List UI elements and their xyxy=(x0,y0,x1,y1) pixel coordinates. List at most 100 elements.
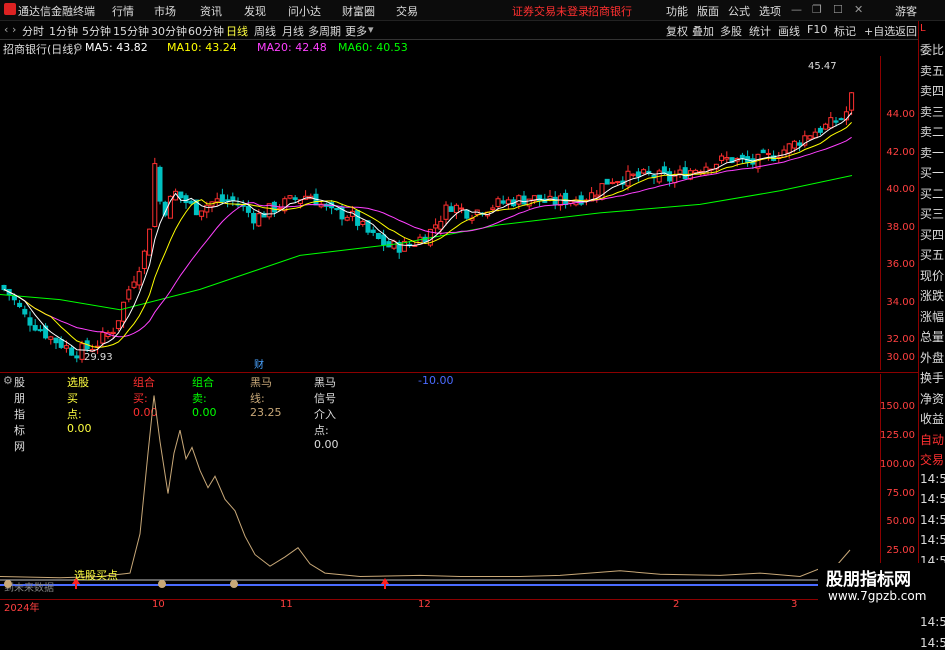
menu-caifuquan[interactable]: 财富圈 xyxy=(342,3,375,19)
candle-body xyxy=(58,338,64,348)
login-status[interactable]: 证券交易未登录 xyxy=(512,3,589,19)
app-title: 通达信金融终端 xyxy=(18,5,95,18)
candle-body xyxy=(516,195,522,205)
quote-panel-item[interactable]: 14:5 xyxy=(920,636,945,650)
period-monthly[interactable]: 月线 xyxy=(282,23,304,39)
candlestick-chart[interactable]: 45.47 29.93 财 xyxy=(0,56,880,370)
candle-body xyxy=(370,229,376,233)
menu-xuanxiang[interactable]: 选项 xyxy=(759,3,781,19)
btn-duogu[interactable]: 多股 xyxy=(720,23,742,39)
quote-panel-item: 总量 xyxy=(920,330,945,344)
candle-body xyxy=(110,331,116,335)
ma60-label: MA60: 40.53 xyxy=(338,41,408,54)
candle-body xyxy=(500,200,506,204)
candle-body xyxy=(69,347,75,356)
quote-panel-item[interactable]: 14:5 xyxy=(920,472,945,486)
price-axis: 44.00 42.00 40.00 38.00 36.00 34.00 32.0… xyxy=(880,56,919,370)
menu-jiaoyi[interactable]: 交易 xyxy=(396,3,418,19)
menu-shichang[interactable]: 市场 xyxy=(154,3,176,19)
candle-body xyxy=(505,199,511,205)
minimize-icon[interactable]: — xyxy=(791,3,802,16)
period-weekly[interactable]: 周线 xyxy=(254,23,276,39)
candle-body xyxy=(131,281,137,288)
btn-biaoji[interactable]: 标记 xyxy=(834,23,856,39)
ytick: 36.00 xyxy=(886,259,915,270)
menu-faxian[interactable]: 发现 xyxy=(244,3,266,19)
watermark-url: www.7gpzb.com xyxy=(828,589,927,603)
quote-panel-item[interactable]: 自动 xyxy=(920,431,944,448)
close-icon[interactable]: ✕ xyxy=(854,3,863,16)
candle-body xyxy=(453,204,459,214)
candle-body xyxy=(609,181,615,185)
candle-body xyxy=(256,213,262,227)
candle-body xyxy=(719,155,725,161)
ytick: 32.00 xyxy=(886,334,915,345)
quote-panel-item[interactable]: 14:5 xyxy=(920,513,945,527)
btn-fanhui[interactable]: 返回 xyxy=(895,23,917,39)
ytick: 40.00 xyxy=(886,184,915,195)
ma10-line xyxy=(3,122,852,348)
xuangu-label: 选股买点 xyxy=(74,569,118,582)
menu-gongneng[interactable]: 功能 xyxy=(666,3,688,19)
period-5min[interactable]: 5分钟 xyxy=(82,23,111,39)
candle-body xyxy=(219,194,225,203)
xtick: 3 xyxy=(791,599,798,610)
quote-panel-item[interactable]: 14:5 xyxy=(920,533,945,547)
chevron-down-icon[interactable]: ▾ xyxy=(368,23,374,36)
menu-hangqing[interactable]: 行情 xyxy=(112,3,134,19)
period-60min[interactable]: 60分钟 xyxy=(188,23,224,39)
menu-gongshi[interactable]: 公式 xyxy=(728,3,750,19)
quote-panel-item: 外盘 xyxy=(920,350,945,365)
candle-body xyxy=(490,207,496,210)
quote-panel-item[interactable]: 14:5 xyxy=(920,492,945,506)
period-more[interactable]: 更多 xyxy=(345,23,367,39)
candle-body xyxy=(292,197,298,200)
quote-panel-item[interactable]: 14:5 xyxy=(920,615,945,629)
period-15min[interactable]: 15分钟 xyxy=(113,23,149,39)
indicator-line xyxy=(0,395,851,579)
candle-body xyxy=(495,198,501,207)
candle-body xyxy=(27,317,33,326)
maximize-icon[interactable]: ☐ xyxy=(833,3,843,16)
btn-tongji[interactable]: 统计 xyxy=(749,23,771,39)
menu-bar: 通达信金融终端 行情 市场 资讯 发现 问小达 财富圈 交易 证券交易未登录 招… xyxy=(0,0,945,21)
candle-body xyxy=(245,205,251,213)
quote-panel-item: 涨幅 xyxy=(920,309,945,324)
quote-panel-item[interactable]: 交易 xyxy=(920,451,944,468)
menu-zixun[interactable]: 资讯 xyxy=(200,3,222,19)
period-fenshi[interactable]: 分时 xyxy=(22,23,44,39)
finance-marker[interactable]: 财 xyxy=(254,358,264,370)
restore-icon[interactable]: ❐ xyxy=(812,3,822,16)
candle-body xyxy=(126,289,132,300)
menu-banmian[interactable]: 版面 xyxy=(697,3,719,19)
candle-body xyxy=(464,209,470,219)
period-1min[interactable]: 1分钟 xyxy=(49,23,78,39)
arrow-right-icon[interactable]: › xyxy=(12,23,16,36)
guest-label[interactable]: 游客 xyxy=(895,3,917,19)
ytick: 30.00 xyxy=(886,352,915,363)
ma10-label: MA10: 43.24 xyxy=(167,41,237,54)
btn-f10[interactable]: F10 xyxy=(807,23,827,36)
ytick: 125.00 xyxy=(880,430,915,441)
signal-marker-icon xyxy=(158,580,166,588)
quote-panel-item: 买五 xyxy=(920,248,945,262)
ytick: 44.00 xyxy=(886,109,915,120)
arrow-left-icon[interactable]: ‹ xyxy=(4,23,8,36)
menu-wenxiaoda[interactable]: 问小达 xyxy=(288,3,321,19)
candle-body xyxy=(355,210,361,226)
period-30min[interactable]: 30分钟 xyxy=(151,23,187,39)
btn-diejia[interactable]: 叠加 xyxy=(692,23,714,39)
candle-body xyxy=(661,166,667,174)
settings-icon[interactable]: ⚙ xyxy=(73,41,83,54)
quote-panel-item: 涨跌 xyxy=(920,289,945,303)
candle-body xyxy=(214,198,220,203)
btn-zixuan[interactable]: +自选 xyxy=(864,23,895,39)
candle-body xyxy=(781,149,787,158)
btn-huaxian[interactable]: 画线 xyxy=(778,23,800,39)
candle-body xyxy=(375,232,381,239)
indicator-chart[interactable]: 选股买点 到未来数据 xyxy=(0,374,880,600)
btn-fuquan[interactable]: 复权 xyxy=(666,23,688,39)
period-daily[interactable]: 日线 xyxy=(226,23,248,39)
xtick: 12 xyxy=(418,599,431,610)
period-multi[interactable]: 多周期 xyxy=(308,23,341,39)
